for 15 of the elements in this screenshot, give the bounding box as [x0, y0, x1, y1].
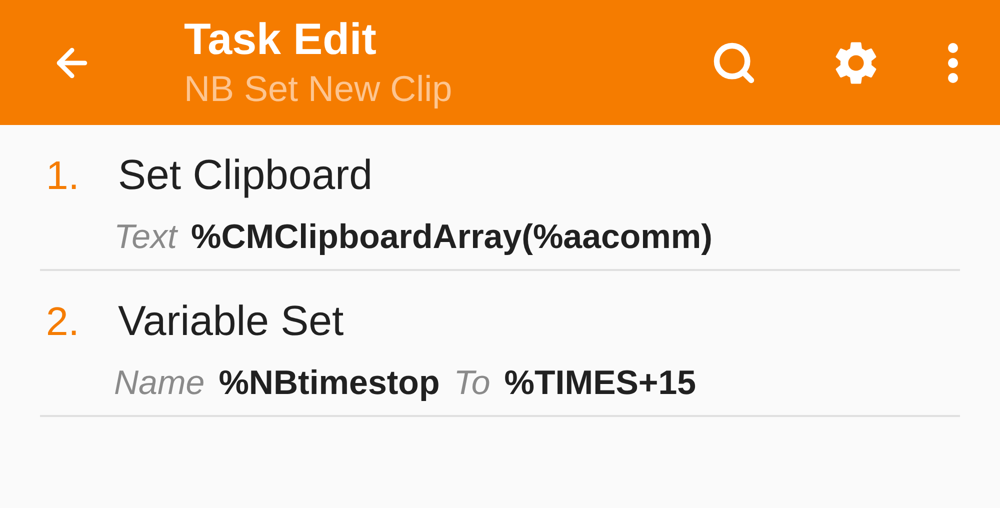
- parameter-label: Name: [114, 363, 205, 404]
- parameter-value: %TIMES+15: [504, 363, 696, 404]
- action-name: Variable Set: [118, 296, 344, 346]
- parameter-value: %NBtimestop: [218, 363, 440, 404]
- action-number: 1.: [45, 153, 80, 200]
- action-row[interactable]: 2. Variable Set Name %NBtimestop To %TIMES+15: [40, 271, 960, 417]
- parameter-label: Text: [114, 217, 178, 258]
- parameter-label: To: [454, 363, 490, 404]
- action-name: Set Clipboard: [118, 150, 372, 200]
- window-title: Task Edit: [184, 14, 378, 66]
- task-name: NB Set New Clip: [184, 66, 452, 110]
- more-icon: [948, 42, 958, 82]
- action-row[interactable]: 1. Set Clipboard Text %CMClipboardArray(%aacomm): [40, 125, 960, 271]
- action-number: 2.: [45, 299, 80, 346]
- parameter-value: %CMClipboardArray(%aacomm): [191, 217, 712, 258]
